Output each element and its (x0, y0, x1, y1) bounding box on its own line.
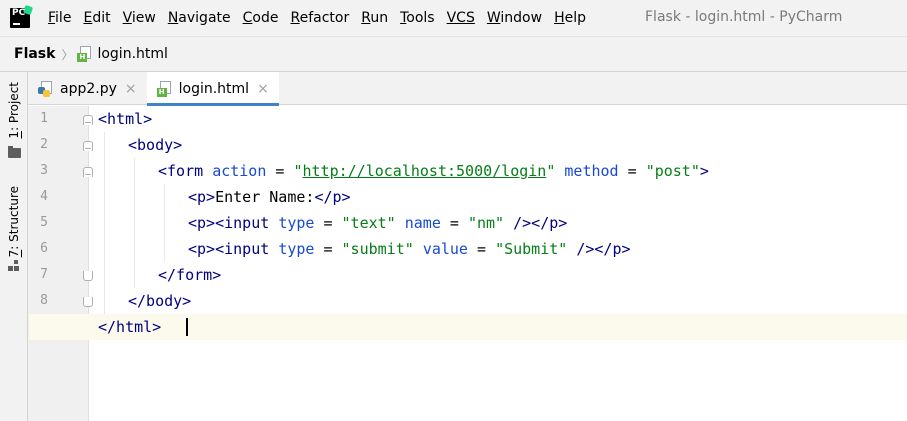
text-caret (186, 318, 188, 336)
code-token: "submit" (341, 240, 414, 258)
code-token: "text" (341, 214, 396, 232)
code-line[interactable]: <p>Enter Name:</p> (188, 184, 907, 210)
code-token: value (422, 240, 468, 258)
code-token: /></p> (576, 240, 631, 258)
code-line[interactable]: <p><input type = "submit" value = "Submi… (188, 236, 907, 262)
code-token: </body> (128, 292, 192, 310)
tab-label: app2.py (60, 80, 117, 97)
menu-item-vcs[interactable]: VCS (447, 10, 475, 26)
code-line[interactable]: <p><input type = "text" name = "nm" /></… (188, 210, 907, 236)
code-token: = (440, 214, 468, 232)
code-token: "nm" (467, 214, 505, 232)
menu-item-navigate[interactable]: Navigate (168, 10, 231, 26)
window-title: Flask - login.html - PyCharm (645, 9, 843, 25)
code-token: "post" (645, 162, 700, 180)
pycharm-logo-icon: PC (10, 4, 34, 28)
tab-app2-py[interactable]: app2.py × (28, 72, 147, 105)
python-file-icon (38, 80, 54, 97)
code-token: Enter Name: (215, 188, 315, 206)
menu-item-help[interactable]: Help (554, 10, 586, 26)
breadcrumb-file-label: login.html (97, 46, 168, 62)
indent-guide (134, 158, 135, 288)
indent-guide (104, 132, 105, 314)
code-token: name (404, 214, 441, 232)
code-token: method (564, 162, 619, 180)
code-area[interactable]: <html> <body> <form action = "http://local… (29, 106, 907, 421)
code-token: type (278, 214, 315, 232)
menu-items: File Edit View Navigate Code Refactor Run Tools… (36, 10, 586, 26)
code-line[interactable]: <html> (98, 106, 907, 132)
code-token: = (467, 240, 496, 258)
code-token: </form> (158, 266, 222, 284)
code-token: <body> (128, 136, 183, 154)
code-token: = (314, 214, 342, 232)
html-file-icon: H (156, 80, 173, 97)
code-token: > (699, 162, 709, 180)
code-line[interactable]: </html> (98, 314, 907, 340)
menu-item-refactor[interactable]: Refactor (290, 10, 349, 26)
code-token: <form (158, 162, 213, 180)
left-tool-strip: 1: Project 7: Structure (0, 72, 28, 421)
menu-item-code[interactable]: Code (243, 10, 279, 26)
code-token: <p><input (188, 240, 279, 258)
menu-item-run[interactable]: Run (361, 10, 388, 26)
tab-login-html[interactable]: H login.html × (146, 72, 280, 106)
tab-label: login.html (178, 80, 250, 97)
breadcrumb-separator-icon: 〉 (61, 47, 74, 62)
code-editor[interactable]: 123456789 <html><body><form action = "ht… (28, 106, 907, 421)
code-token: = (618, 162, 646, 180)
breadcrumb-file[interactable]: H login.html (77, 46, 168, 62)
code-line[interactable]: <body> (128, 132, 907, 158)
line-number: 7 (40, 267, 48, 282)
code-token: <p><input (188, 214, 279, 232)
line-number: 6 (40, 241, 48, 256)
indent-guide (164, 184, 165, 262)
menu-item-window[interactable]: Window (487, 10, 542, 26)
line-number: 3 (40, 163, 48, 178)
code-line[interactable]: </form> (158, 262, 907, 288)
code-line[interactable]: </body> (128, 288, 907, 314)
code-token: /></p> (513, 214, 568, 232)
folder-icon[interactable] (8, 146, 21, 158)
menu-item-edit[interactable]: Edit (83, 10, 110, 26)
structure-icon[interactable] (8, 260, 21, 272)
project-tool-button[interactable]: 1: Project (7, 82, 21, 139)
code-token: </html> (98, 318, 162, 336)
line-number: 2 (40, 137, 48, 152)
html-file-icon: H (77, 46, 93, 62)
line-number: 5 (40, 215, 48, 230)
code-token: = (314, 240, 342, 258)
close-icon[interactable]: × (257, 81, 269, 97)
code-token: " (293, 162, 303, 180)
line-number: 1 (40, 111, 48, 126)
menu-bar: PC File Edit View Navigate Code Refactor Run To… (0, 0, 907, 36)
navigation-bar: Flask 〉 H login.html (0, 36, 907, 72)
code-line[interactable]: <form action = "http://localhost:5000/lo… (158, 158, 907, 184)
code-token: </p> (314, 188, 351, 206)
code-token: <html> (98, 110, 153, 128)
code-token: <p> (188, 188, 216, 206)
close-icon[interactable]: × (125, 81, 137, 97)
editor-tab-bar: app2.py × H login.html × (28, 72, 907, 106)
code-token: = (266, 162, 294, 180)
code-token: type (278, 240, 315, 258)
code-token: "Submit" (495, 240, 568, 258)
code-token: http://localhost:5000/login (302, 162, 547, 180)
code-token: action (212, 162, 267, 180)
line-number: 8 (40, 293, 48, 308)
menu-item-tools[interactable]: Tools (400, 10, 435, 26)
menu-item-view[interactable]: View (123, 10, 156, 26)
editor-gutter[interactable]: 123456789 (28, 106, 93, 421)
structure-tool-button[interactable]: 7: Structure (7, 186, 21, 257)
breadcrumb-project[interactable]: Flask (14, 46, 55, 62)
line-number: 4 (40, 189, 48, 204)
menu-item-file[interactable]: File (48, 10, 71, 26)
